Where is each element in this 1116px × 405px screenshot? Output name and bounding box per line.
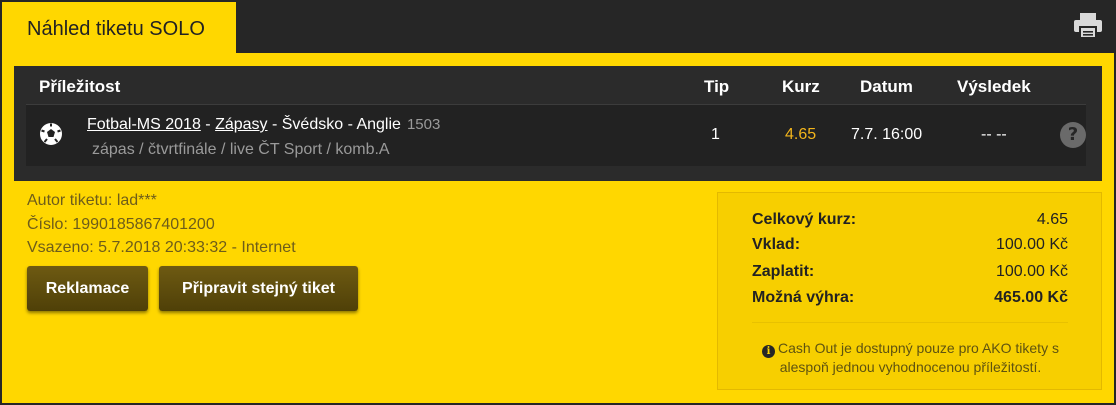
match-name: - Švédsko - Anglie	[267, 116, 401, 133]
prepare-same-ticket-button[interactable]: Připravit stejný tiket	[159, 266, 358, 311]
possible-win-value: 465.00 Kč	[994, 289, 1068, 306]
tab-ticket-preview[interactable]: Náhled tiketu SOLO	[2, 2, 236, 54]
info-icon: i	[762, 345, 776, 358]
claim-button[interactable]: Reklamace	[27, 266, 148, 311]
sport-link[interactable]: Fotbal-MS 2018	[87, 116, 201, 133]
total-odds-value: 4.65	[1036, 211, 1068, 228]
total-odds-label: Celkový kurz:	[752, 211, 857, 228]
ticket-author: Autor tiketu: lad***	[27, 192, 157, 209]
help-icon[interactable]: ?	[1060, 122, 1086, 148]
stake-label: Vklad:	[752, 236, 801, 253]
date-value: 7.7. 16:00	[851, 126, 923, 143]
summary-total-odds: Celkový kurz: 4.65	[752, 211, 1068, 229]
column-header-opportunity: Příležitost	[39, 77, 121, 96]
summary-pay: Zaplatit: 100.00 Kč	[752, 263, 1068, 281]
cashout-note: i Cash Out je dostupný pouze pro AKO tike…	[738, 339, 1083, 377]
bet-table: Příležitost Tip Kurz Datum Výsledek Fotb…	[14, 66, 1102, 181]
tip-value: 1	[711, 126, 720, 143]
pay-value: 100.00 Kč	[995, 263, 1068, 280]
result-value: -- --	[981, 126, 1007, 143]
column-header-odds: Kurz	[782, 77, 820, 96]
match-details: zápas / čtvrtfinále / live ČT Sport / ko…	[92, 141, 390, 158]
printer-icon[interactable]	[1072, 12, 1104, 40]
match-title: Fotbal-MS 2018 - Zápasy - Švédsko - Angl…	[87, 116, 440, 134]
stake-value: 100.00 Kč	[995, 236, 1068, 253]
ticket-number: Číslo: 1990185867401200	[27, 216, 215, 233]
column-header-tip: Tip	[704, 77, 730, 96]
column-header-date: Datum	[860, 77, 913, 96]
category-link[interactable]: Zápasy	[215, 116, 267, 133]
pay-label: Zaplatit:	[752, 263, 815, 280]
summary-possible-win: Možná výhra: 465.00 Kč	[752, 289, 1068, 307]
separator: -	[200, 116, 216, 133]
odds-value: 4.65	[785, 126, 817, 143]
table-row: Fotbal-MS 2018 - Zápasy - Švédsko - Angl…	[26, 104, 1086, 166]
summary-stake: Vklad: 100.00 Kč	[752, 236, 1068, 254]
possible-win-label: Možná výhra:	[752, 289, 855, 306]
cashout-note-text: Cash Out je dostupný pouze pro AKO tiket…	[778, 340, 1059, 375]
ticket-placed: Vsazeno: 5.7.2018 20:33:32 - Internet	[27, 239, 296, 256]
ticket-summary: Celkový kurz: 4.65 Vklad: 100.00 Kč Zapl…	[717, 192, 1102, 390]
soccer-ball-icon	[39, 122, 63, 146]
column-header-result: Výsledek	[957, 77, 1031, 96]
match-id: 1503	[406, 116, 441, 133]
divider	[752, 322, 1068, 323]
